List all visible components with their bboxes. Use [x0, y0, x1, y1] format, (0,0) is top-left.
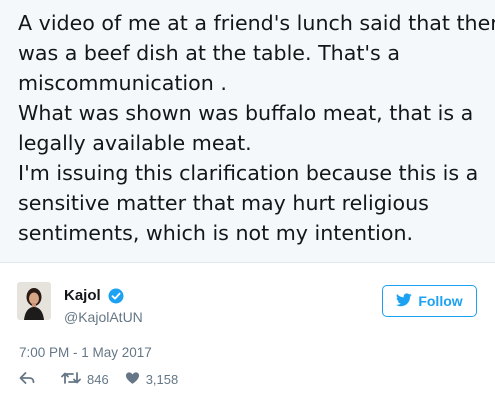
tweet-text-line: legally available meat.: [18, 131, 252, 155]
tweet-text-line: I'm issuing this clarification because t…: [18, 161, 479, 185]
retweet-count: 846: [87, 371, 109, 387]
tweet-text: A video of me at a friend's lunch said t…: [0, 0, 495, 262]
retweet-icon: [61, 371, 81, 388]
reply-button[interactable]: [19, 371, 35, 388]
tweet-actions: 846 3,158: [19, 369, 178, 389]
follow-button[interactable]: Follow: [382, 285, 477, 317]
avatar[interactable]: [17, 282, 51, 320]
follow-button-label: Follow: [418, 293, 463, 309]
tweet-text-line: A video of me at a friend's lunch said t…: [18, 11, 495, 35]
divider: [0, 262, 495, 263]
tweet-text-line: sentiments, which is not my intention.: [18, 221, 414, 245]
like-count: 3,158: [145, 371, 179, 387]
tweet-text-line: What was shown was buffalo meat, that is…: [18, 101, 474, 125]
tweet-text-line: sensitive matter that may hurt religious: [18, 191, 429, 215]
twitter-bird-icon: [396, 292, 413, 310]
user-handle[interactable]: @KajolAtUN: [64, 309, 143, 325]
retweet-button[interactable]: 846: [61, 371, 109, 388]
verified-badge-icon: [108, 288, 124, 304]
tweet-text-line: miscommunication .: [18, 71, 227, 95]
tweet-text-line: was a beef dish at the table. That's a: [18, 41, 400, 65]
tweet-timestamp[interactable]: 7:00 PM - 1 May 2017: [19, 345, 152, 360]
reply-icon: [19, 371, 35, 388]
heart-icon: [125, 371, 140, 388]
like-button[interactable]: 3,158: [125, 371, 179, 388]
display-name[interactable]: Kajol: [64, 287, 101, 304]
